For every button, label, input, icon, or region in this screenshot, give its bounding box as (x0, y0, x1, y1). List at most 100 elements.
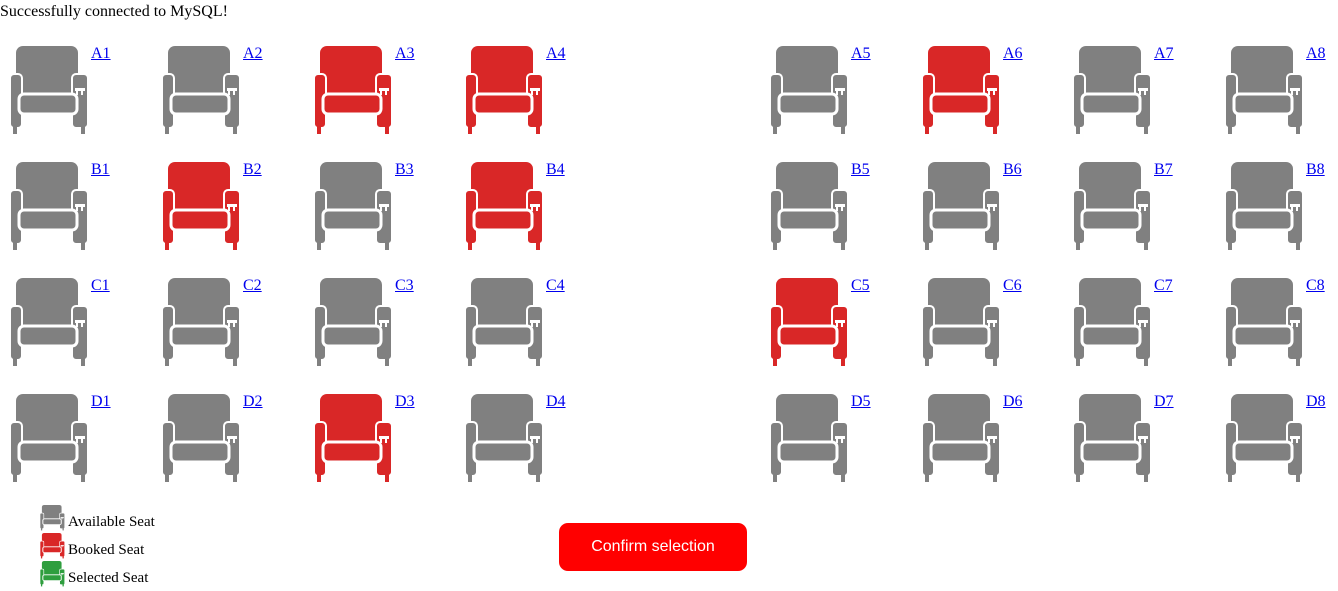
armchair-icon[interactable] (921, 394, 1004, 484)
seat-label-d3[interactable]: D3 (395, 393, 415, 411)
seat-label-a7[interactable]: A7 (1154, 45, 1174, 63)
seat-a6: A6 (917, 45, 1023, 136)
seat-label-c5[interactable]: C5 (851, 277, 870, 295)
seat-c7[interactable]: C7 (1068, 277, 1173, 368)
seat-label-b5[interactable]: B5 (851, 161, 870, 179)
armchair-icon[interactable] (9, 162, 92, 252)
seat-label-b4[interactable]: B4 (546, 161, 565, 179)
seat-label-c2[interactable]: C2 (243, 277, 262, 295)
armchair-icon[interactable] (1072, 46, 1155, 136)
legend-item-selected: Selected Seat (39, 559, 200, 587)
seat-c2[interactable]: C2 (157, 277, 262, 368)
seat-label-d4[interactable]: D4 (546, 393, 566, 411)
connection-status-message: Successfully connected to MySQL! (0, 3, 228, 20)
armchair-icon[interactable] (769, 394, 852, 484)
seat-a3: A3 (309, 45, 415, 136)
seat-label-d1[interactable]: D1 (91, 393, 111, 411)
seat-b6[interactable]: B6 (917, 161, 1022, 252)
seat-label-a1[interactable]: A1 (91, 45, 111, 63)
legend-label: Available Seat (68, 514, 155, 530)
armchair-icon[interactable] (1224, 162, 1307, 252)
armchair-icon[interactable] (464, 394, 547, 484)
armchair-icon[interactable] (464, 278, 547, 368)
armchair-icon[interactable] (313, 162, 396, 252)
seat-d8[interactable]: D8 (1220, 393, 1326, 484)
armchair-icon[interactable] (9, 46, 92, 136)
seat-label-a8[interactable]: A8 (1306, 45, 1326, 63)
seat-a8[interactable]: A8 (1220, 45, 1326, 136)
armchair-icon (921, 46, 1001, 134)
armchair-icon[interactable] (921, 162, 1004, 252)
armchair-icon[interactable] (1072, 162, 1155, 252)
armchair-icon[interactable] (1072, 394, 1155, 484)
seat-c4[interactable]: C4 (460, 277, 565, 368)
armchair-icon (313, 46, 393, 134)
seat-c5: C5 (765, 277, 870, 368)
seat-label-b2[interactable]: B2 (243, 161, 262, 179)
seat-legend: Available Seat Booked Seat Selected Seat (39, 503, 200, 587)
seat-label-c6[interactable]: C6 (1003, 277, 1022, 295)
seat-d7[interactable]: D7 (1068, 393, 1174, 484)
seat-label-d5[interactable]: D5 (851, 393, 871, 411)
armchair-icon[interactable] (161, 278, 244, 368)
legend-item-available: Available Seat (39, 503, 200, 531)
seat-b5[interactable]: B5 (765, 161, 870, 252)
seat-label-d8[interactable]: D8 (1306, 393, 1326, 411)
seat-b2: B2 (157, 161, 262, 252)
armchair-icon[interactable] (9, 278, 92, 368)
seat-label-b1[interactable]: B1 (91, 161, 110, 179)
seat-label-d6[interactable]: D6 (1003, 393, 1023, 411)
seat-label-b3[interactable]: B3 (395, 161, 414, 179)
seat-d5[interactable]: D5 (765, 393, 871, 484)
seat-label-a6[interactable]: A6 (1003, 45, 1023, 63)
seat-b3[interactable]: B3 (309, 161, 414, 252)
armchair-icon (464, 162, 544, 250)
armchair-icon[interactable] (769, 46, 852, 136)
seat-d2[interactable]: D2 (157, 393, 263, 484)
armchair-icon (313, 394, 393, 482)
seat-label-c4[interactable]: C4 (546, 277, 565, 295)
armchair-icon[interactable] (161, 394, 244, 484)
seat-a2[interactable]: A2 (157, 45, 263, 136)
seat-b8[interactable]: B8 (1220, 161, 1325, 252)
seat-b4: B4 (460, 161, 565, 252)
seat-a7[interactable]: A7 (1068, 45, 1174, 136)
seat-label-c1[interactable]: C1 (91, 277, 110, 295)
seat-label-c7[interactable]: C7 (1154, 277, 1173, 295)
seat-label-c8[interactable]: C8 (1306, 277, 1325, 295)
seat-a5[interactable]: A5 (765, 45, 871, 136)
armchair-icon (39, 561, 66, 587)
armchair-icon (464, 46, 544, 134)
seat-label-b6[interactable]: B6 (1003, 161, 1022, 179)
armchair-icon[interactable] (1072, 278, 1155, 368)
seat-label-a4[interactable]: A4 (546, 45, 566, 63)
armchair-icon[interactable] (1224, 278, 1307, 368)
seat-d1[interactable]: D1 (5, 393, 111, 484)
seat-label-d7[interactable]: D7 (1154, 393, 1174, 411)
seat-c1[interactable]: C1 (5, 277, 110, 368)
armchair-icon[interactable] (769, 162, 852, 252)
armchair-icon[interactable] (1224, 46, 1307, 136)
seat-c6[interactable]: C6 (917, 277, 1022, 368)
seat-label-b7[interactable]: B7 (1154, 161, 1173, 179)
seat-d6[interactable]: D6 (917, 393, 1023, 484)
seat-b1[interactable]: B1 (5, 161, 110, 252)
seat-label-a3[interactable]: A3 (395, 45, 415, 63)
seat-d4[interactable]: D4 (460, 393, 566, 484)
seat-a4: A4 (460, 45, 566, 136)
seat-label-b8[interactable]: B8 (1306, 161, 1325, 179)
seat-a1[interactable]: A1 (5, 45, 111, 136)
seat-b7[interactable]: B7 (1068, 161, 1173, 252)
confirm-selection-button[interactable]: Confirm selection (559, 523, 747, 571)
armchair-icon[interactable] (9, 394, 92, 484)
seat-c8[interactable]: C8 (1220, 277, 1325, 368)
seat-label-c3[interactable]: C3 (395, 277, 414, 295)
armchair-icon[interactable] (313, 278, 396, 368)
seat-label-a5[interactable]: A5 (851, 45, 871, 63)
armchair-icon[interactable] (161, 46, 244, 136)
seat-label-a2[interactable]: A2 (243, 45, 263, 63)
seat-label-d2[interactable]: D2 (243, 393, 263, 411)
armchair-icon[interactable] (1224, 394, 1307, 484)
seat-c3[interactable]: C3 (309, 277, 414, 368)
armchair-icon[interactable] (921, 278, 1004, 368)
